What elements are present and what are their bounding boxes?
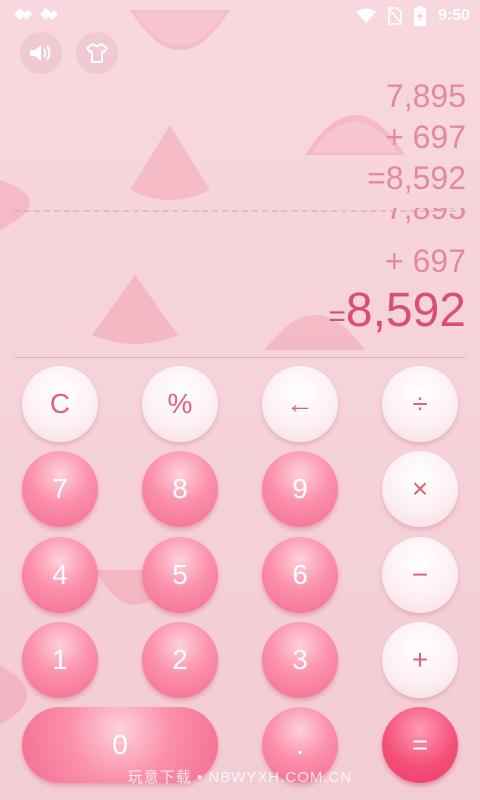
watermelon-decoration	[130, 125, 210, 200]
clock: 9:50	[437, 7, 470, 24]
digit-7-button[interactable]: 7	[22, 451, 98, 527]
digit-5-button[interactable]: 5	[142, 537, 218, 613]
notification-icons	[12, 6, 60, 24]
history-operand-2: + 697	[385, 119, 466, 155]
equals-sign: =	[328, 300, 346, 333]
history-result: =8,592	[367, 160, 466, 196]
result-display: =8,592	[328, 282, 466, 346]
sound-toggle-button[interactable]	[20, 32, 62, 74]
clear-button[interactable]: C	[22, 366, 98, 442]
speaker-icon	[30, 45, 51, 61]
percent-button[interactable]: %	[142, 366, 218, 442]
backspace-button[interactable]: ←	[262, 366, 338, 442]
digit-8-button[interactable]: 8	[142, 451, 218, 527]
current-calculation: + 697 =8,592	[328, 240, 466, 346]
theme-button[interactable]	[76, 32, 118, 74]
result-value: 8,592	[345, 284, 466, 337]
watermelon-decoration	[0, 180, 30, 230]
tshirt-icon	[86, 43, 108, 63]
no-sim-icon	[388, 7, 402, 25]
digit-9-button[interactable]: 9	[262, 451, 338, 527]
app-notification-icon	[14, 8, 32, 20]
digit-1-button[interactable]: 1	[22, 622, 98, 698]
app-notification-icon	[40, 8, 58, 20]
digit-2-button[interactable]: 2	[142, 622, 218, 698]
multiply-button[interactable]: ×	[382, 451, 458, 527]
battery-charging-icon	[413, 6, 426, 26]
watermelon-decoration	[92, 275, 178, 344]
status-bar: 9:50	[0, 0, 480, 32]
history-scrolled-line: 7,895	[385, 208, 466, 226]
plus-button[interactable]: +	[382, 622, 458, 698]
digit-3-button[interactable]: 3	[262, 622, 338, 698]
system-icons: 9:50	[355, 6, 470, 26]
digit-4-button[interactable]: 4	[22, 537, 98, 613]
calculation-history: 7,895 + 697 =8,592	[367, 76, 466, 199]
digit-6-button[interactable]: 6	[262, 537, 338, 613]
minus-button[interactable]: −	[382, 537, 458, 613]
watermark: 玩意下载 • NBWYXH.COM.CN	[127, 769, 353, 786]
divide-button[interactable]: ÷	[382, 366, 458, 442]
display-divider	[14, 357, 466, 358]
wifi-icon	[355, 8, 376, 23]
history-operand-1: 7,895	[385, 78, 466, 114]
current-operand: + 697	[385, 243, 466, 279]
